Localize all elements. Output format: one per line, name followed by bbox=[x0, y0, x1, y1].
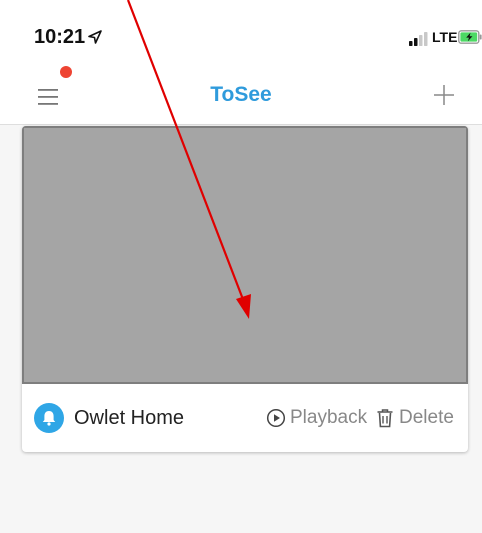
battery-charging-icon bbox=[458, 30, 482, 44]
location-arrow-icon bbox=[88, 30, 102, 44]
bell-icon bbox=[42, 411, 56, 426]
plus-icon[interactable] bbox=[432, 83, 456, 107]
camera-preview[interactable] bbox=[22, 126, 468, 384]
playback-button[interactable]: Playback bbox=[266, 405, 367, 431]
device-bell-badge bbox=[34, 403, 64, 433]
playback-label: Playback bbox=[290, 407, 368, 428]
page-title: ToSee bbox=[210, 83, 272, 106]
network-type: LTE bbox=[432, 29, 458, 45]
device-name: Owlet Home bbox=[74, 407, 185, 429]
status-bar: 10:21 LTE bbox=[0, 0, 482, 68]
trash-icon bbox=[377, 409, 393, 428]
delete-label: Delete bbox=[399, 407, 454, 428]
cellular-signal-icon bbox=[409, 32, 428, 46]
device-card: Owlet Home Playback Delete bbox=[22, 126, 468, 452]
device-card-footer: Owlet Home Playback Delete bbox=[22, 384, 468, 452]
play-circle-icon bbox=[266, 408, 286, 428]
nav-bar: ToSee bbox=[0, 68, 482, 125]
delete-button[interactable]: Delete bbox=[376, 405, 454, 431]
notification-dot bbox=[60, 66, 72, 78]
status-time: 10:21 bbox=[34, 26, 86, 48]
